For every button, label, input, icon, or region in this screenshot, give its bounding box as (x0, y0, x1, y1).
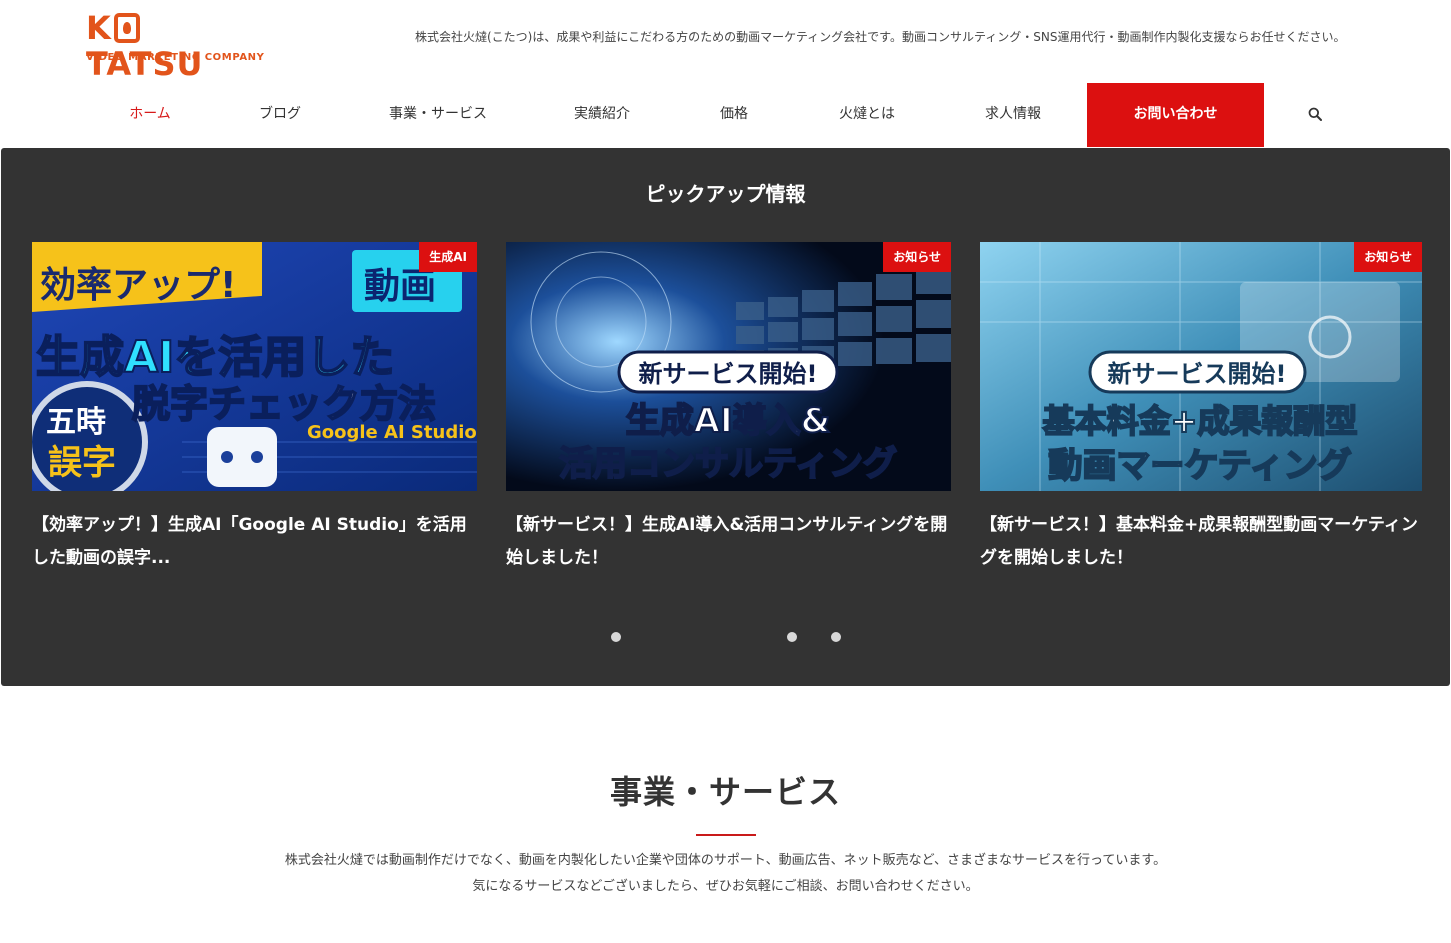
thumbnail-image: 新サービス開始! 生成AI導入& 活用コンサルティング (506, 242, 951, 491)
thumb-text: 脱字チェック方法 (132, 382, 436, 426)
nav-blog[interactable]: ブログ (259, 83, 301, 147)
search-icon[interactable] (1308, 107, 1322, 121)
card-thumbnail[interactable]: 新サービス開始! 生成AI導入& 活用コンサルティング お知らせ (506, 242, 951, 491)
business-description-2: 気になるサービスなどございましたら、ぜひお気軽にご相談、お問い合わせください。 (472, 879, 979, 894)
thumb-text: 新サービス開始! (1108, 360, 1287, 388)
nav-price[interactable]: 価格 (720, 83, 748, 147)
thumb-text: 動画 (364, 266, 436, 307)
carousel-dot[interactable] (787, 632, 797, 642)
logo-flame-icon (113, 13, 140, 43)
logo-letter-k: K (86, 9, 112, 47)
logo-subtitle: VIDEO MARKETING COMPANY (86, 52, 265, 63)
title-underline (696, 834, 756, 836)
card-title[interactable]: 【新サービス！】基本料金+成果報酬型動画マーケティングを開始しました！ (980, 509, 1422, 575)
category-badge[interactable]: お知らせ (883, 242, 951, 272)
global-nav: ホーム ブログ 事業・サービス 実績紹介 価格 火燵とは 求人情報 お問い合わせ (0, 83, 1451, 147)
category-badge[interactable]: 生成AI (419, 242, 477, 272)
thumb-text: 誤字 (48, 443, 116, 483)
card-thumbnail[interactable]: 効率アップ! 動画 生成AIを活用した 脱字チェック方法 Google AI S… (32, 242, 477, 491)
card-thumbnail[interactable]: 新サービス開始! 基本料金+成果報酬型 動画マーケティング お知らせ (980, 242, 1422, 491)
header-tagline: 株式会社火燵(こたつ)は、成果や利益にこだわる方のための動画マーケティング会社で… (415, 30, 1346, 44)
category-badge[interactable]: お知らせ (1354, 242, 1422, 272)
card-title[interactable]: 【効率アップ！】生成AI「Google AI Studio」を活用した動画の誤字… (32, 509, 477, 575)
thumbnail-image: 新サービス開始! 基本料金+成果報酬型 動画マーケティング (980, 242, 1422, 491)
business-description-1: 株式会社火燵では動画制作だけでなく、動画を内製化したい企業や団体のサポート、動画… (284, 853, 1167, 868)
carousel-dots (1, 632, 1450, 644)
pickup-card-2[interactable]: 新サービス開始! 生成AI導入& 活用コンサルティング お知らせ 【新サービス！… (506, 242, 951, 575)
thumb-text: 生成AIを活用した (36, 332, 394, 383)
nav-about[interactable]: 火燵とは (839, 83, 895, 147)
nav-contact-button[interactable]: お問い合わせ (1087, 83, 1264, 147)
pickup-card-3[interactable]: 新サービス開始! 基本料金+成果報酬型 動画マーケティング お知らせ 【新サービ… (980, 242, 1422, 575)
logo-wordmark: KTATSU (86, 10, 258, 82)
thumb-text: 動画マーケティング (1048, 446, 1351, 486)
thumb-text: 新サービス開始! (639, 360, 818, 388)
pickup-section: ピックアップ情報 効率アップ! 動画 生成AIを活用した 脱字チェック方法 Go… (1, 148, 1450, 686)
thumb-text: 生成AI導入& (626, 401, 831, 441)
site-logo[interactable]: KTATSU VIDEO MARKETING COMPANY (86, 10, 264, 82)
nav-services[interactable]: 事業・サービス (389, 83, 487, 147)
thumbnail-image: 効率アップ! 動画 生成AIを活用した 脱字チェック方法 Google AI S… (32, 242, 477, 491)
pickup-title: ピックアップ情報 (645, 182, 806, 206)
card-title[interactable]: 【新サービス！】生成AI導入&活用コンサルティングを開始しました！ (506, 509, 951, 575)
thumb-text: 基本料金+成果報酬型 (1043, 402, 1358, 440)
pickup-card-1[interactable]: 効率アップ! 動画 生成AIを活用した 脱字チェック方法 Google AI S… (32, 242, 477, 575)
thumb-text: 効率アップ! (40, 265, 236, 306)
thumb-text: 五時 (46, 405, 106, 440)
carousel-dot[interactable] (611, 632, 621, 642)
business-section-title: 事業・サービス (609, 773, 841, 811)
carousel-dot[interactable] (831, 632, 841, 642)
nav-recruit[interactable]: 求人情報 (985, 83, 1041, 147)
nav-works[interactable]: 実績紹介 (574, 83, 630, 147)
thumb-text: Google AI Studio (307, 422, 477, 443)
thumb-text: 活用コンサルティング (559, 444, 897, 484)
nav-home[interactable]: ホーム (129, 83, 171, 147)
